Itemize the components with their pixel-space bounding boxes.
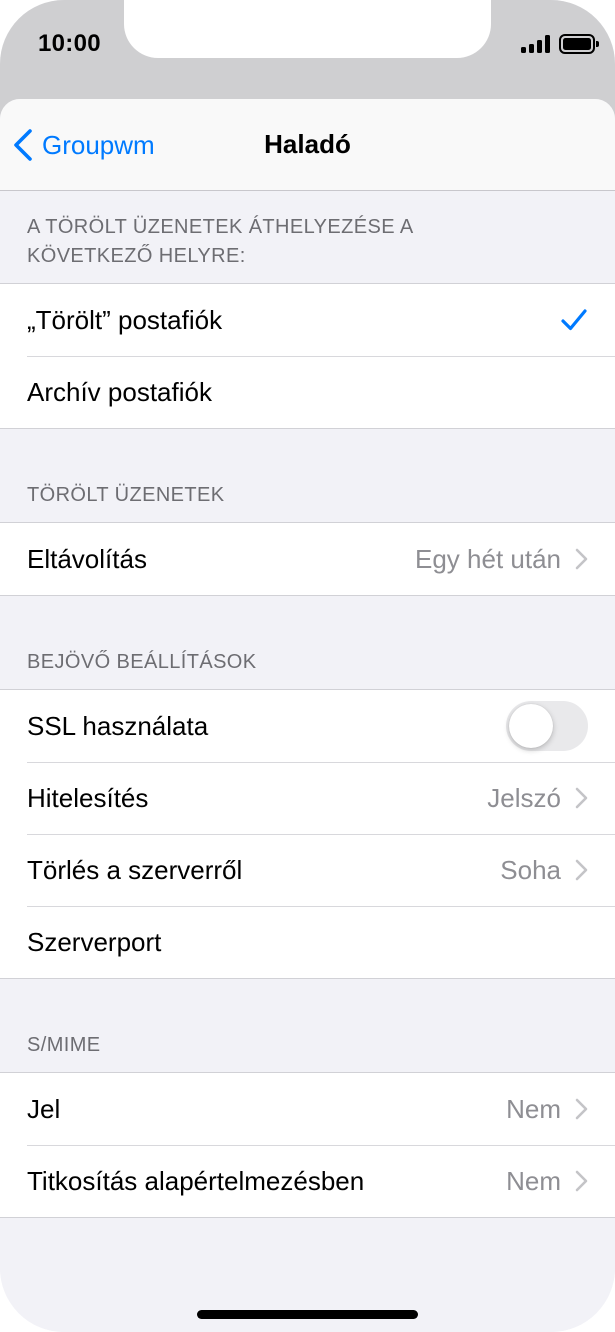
- move-deleted-group: „Törölt” postafiók Archív postafiók: [0, 283, 615, 429]
- section-header-incoming: BEJÖVŐ BEÁLLÍTÁSOK: [27, 651, 257, 673]
- chevron-right-icon: [575, 1098, 588, 1120]
- chevron-right-icon: [575, 859, 588, 881]
- phone-screen: 10:00 Groupwm Haladó A TÖRÖLT ÜZENETEK Á…: [0, 0, 615, 1332]
- status-time: 10:00: [38, 30, 101, 57]
- deleted-messages-group: Eltávolítás Egy hét után: [0, 522, 615, 596]
- page-title: Haladó: [264, 129, 351, 159]
- row-remove[interactable]: Eltávolítás Egy hét után: [0, 523, 615, 595]
- row-sign[interactable]: Jel Nem: [0, 1073, 615, 1145]
- row-encrypt-by-default[interactable]: Titkosítás alapértelmezésben Nem: [0, 1145, 615, 1217]
- chevron-right-icon: [575, 548, 588, 570]
- row-use-ssl: SSL használata: [0, 690, 615, 762]
- notch: [124, 0, 491, 58]
- navigation-bar: Groupwm Haladó: [0, 99, 615, 191]
- row-authentication[interactable]: Hitelesítés Jelszó: [0, 762, 615, 834]
- ssl-toggle[interactable]: [506, 701, 588, 751]
- row-server-port[interactable]: Szerverport: [0, 906, 615, 978]
- section-header-move-deleted: A TÖRÖLT ÜZENETEK ÁTHELYEZÉSE A KÖVETKEZ…: [27, 216, 414, 267]
- battery-icon: [559, 34, 599, 54]
- section-header-smime: S/MIME: [27, 1034, 101, 1056]
- incoming-settings-group: SSL használata Hitelesítés Jelszó Törlés…: [0, 689, 615, 979]
- row-delete-from-server[interactable]: Törlés a szerverről Soha: [0, 834, 615, 906]
- cellular-signal-icon: [521, 35, 551, 53]
- chevron-right-icon: [575, 787, 588, 809]
- option-archive-mailbox[interactable]: Archív postafiók: [0, 356, 615, 428]
- home-indicator[interactable]: [197, 1310, 418, 1319]
- settings-sheet: Groupwm Haladó A TÖRÖLT ÜZENETEK ÁTHELYE…: [0, 99, 615, 1332]
- section-header-deleted-messages: TÖRÖLT ÜZENETEK: [27, 484, 225, 506]
- toggle-knob: [509, 704, 553, 748]
- status-bar: 10:00: [0, 0, 615, 92]
- smime-group: Jel Nem Titkosítás alapértelmezésben Nem: [0, 1072, 615, 1218]
- chevron-right-icon: [575, 1170, 588, 1192]
- option-deleted-mailbox[interactable]: „Törölt” postafiók: [0, 284, 615, 356]
- checkmark-icon: [560, 308, 588, 332]
